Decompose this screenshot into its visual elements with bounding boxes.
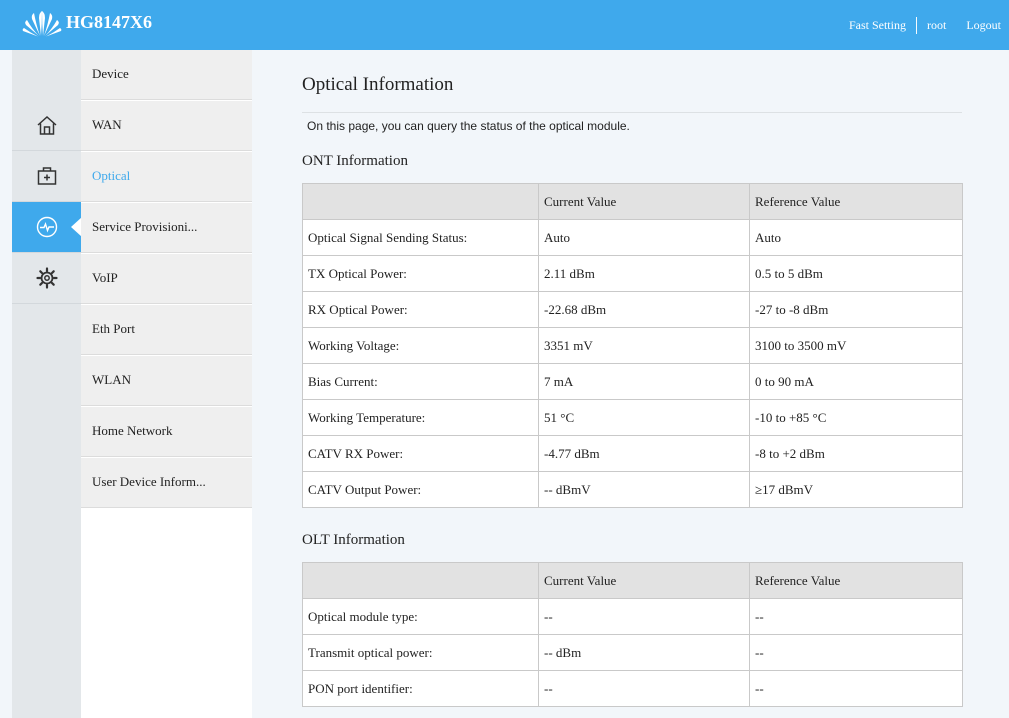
row-label: RX Optical Power:	[302, 291, 539, 328]
toolbox-icon	[37, 167, 56, 185]
reference-value: 3100 to 3500 mV	[749, 327, 963, 364]
row-label: CATV Output Power:	[302, 471, 539, 508]
top-header: HG8147X6 Fast Setting root Logout	[0, 0, 1009, 50]
logout-link[interactable]: Logout	[966, 18, 1001, 33]
top-nav: Fast Setting root Logout	[849, 17, 1001, 34]
column-header: Current Value	[538, 183, 750, 220]
sub-menu: Device WAN Optical Service Provisioni...…	[81, 50, 252, 718]
reference-value: -8 to +2 dBm	[749, 435, 963, 472]
row-label: TX Optical Power:	[302, 255, 539, 292]
reference-value: --	[749, 634, 963, 671]
reference-value: ≥17 dBmV	[749, 471, 963, 508]
title-divider	[302, 112, 962, 113]
row-label: Working Temperature:	[302, 399, 539, 436]
submenu-item-service-provisioning[interactable]: Service Provisioni...	[81, 203, 252, 253]
username-link[interactable]: root	[927, 18, 946, 33]
reference-value: 0.5 to 5 dBm	[749, 255, 963, 292]
current-value: --	[538, 598, 750, 635]
table-row: Working Temperature: 51 °C -10 to +85 °C	[302, 399, 963, 436]
rail-item-home[interactable]	[12, 100, 81, 151]
row-label: CATV RX Power:	[302, 435, 539, 472]
current-value: 2.11 dBm	[538, 255, 750, 292]
table-row: CATV Output Power: -- dBmV ≥17 dBmV	[302, 471, 963, 508]
table-row: RX Optical Power: -22.68 dBm -27 to -8 d…	[302, 291, 963, 328]
reference-value: --	[749, 670, 963, 707]
current-value: -- dBmV	[538, 471, 750, 508]
reference-value: -27 to -8 dBm	[749, 291, 963, 328]
submenu-item-wlan[interactable]: WLAN	[81, 356, 252, 406]
submenu-item-home-network[interactable]: Home Network	[81, 407, 252, 457]
nav-divider	[915, 17, 917, 34]
gear-icon	[35, 267, 58, 289]
column-header: Current Value	[538, 562, 750, 599]
page-title: Optical Information	[302, 74, 454, 95]
table-row: CATV RX Power: -4.77 dBm -8 to +2 dBm	[302, 435, 963, 472]
row-label: Optical Signal Sending Status:	[302, 219, 539, 256]
rail-item-toolbox[interactable]	[12, 151, 81, 202]
current-value: --	[538, 670, 750, 707]
row-label: Optical module type:	[302, 598, 539, 635]
current-value: -- dBm	[538, 634, 750, 671]
current-value: 7 mA	[538, 363, 750, 400]
reference-value: 0 to 90 mA	[749, 363, 963, 400]
current-value: -22.68 dBm	[538, 291, 750, 328]
column-header: Reference Value	[749, 183, 963, 220]
submenu-item-device[interactable]: Device	[81, 50, 252, 100]
table-row: Transmit optical power: -- dBm --	[302, 634, 963, 671]
diagnose-pulse-icon	[36, 216, 57, 238]
column-header: Reference Value	[749, 562, 963, 599]
olt-section-title: OLT Information	[302, 532, 405, 548]
rail-item-settings[interactable]	[12, 253, 81, 304]
main-content: Optical Information On this page, you ca…	[252, 50, 1009, 718]
table-row: Optical module type: -- --	[302, 598, 963, 635]
table-row: TX Optical Power: 2.11 dBm 0.5 to 5 dBm	[302, 255, 963, 292]
submenu-item-voip[interactable]: VoIP	[81, 254, 252, 304]
fast-setting-link[interactable]: Fast Setting	[849, 18, 906, 33]
table-row: Bias Current: 7 mA 0 to 90 mA	[302, 363, 963, 400]
table-row: Optical Signal Sending Status: Auto Auto	[302, 219, 963, 256]
ont-section-title: ONT Information	[302, 153, 408, 169]
row-label: Bias Current:	[302, 363, 539, 400]
current-value: Auto	[538, 219, 750, 256]
submenu-item-wan[interactable]: WAN	[81, 101, 252, 151]
row-label: PON port identifier:	[302, 670, 539, 707]
current-value: 51 °C	[538, 399, 750, 436]
column-header	[302, 562, 539, 599]
home-icon	[37, 115, 56, 135]
submenu-item-optical[interactable]: Optical	[81, 152, 252, 202]
current-value: -4.77 dBm	[538, 435, 750, 472]
reference-value: Auto	[749, 219, 963, 256]
table-row: PON port identifier: -- --	[302, 670, 963, 707]
column-header	[302, 183, 539, 220]
current-value: 3351 mV	[538, 327, 750, 364]
olt-info-table: Current Value Reference Value Optical mo…	[302, 562, 963, 707]
table-row: Working Voltage: 3351 mV 3100 to 3500 mV	[302, 327, 963, 364]
submenu-item-user-device-info[interactable]: User Device Inform...	[81, 458, 252, 508]
device-model: HG8147X6	[66, 12, 153, 32]
page-description: On this page, you can query the status o…	[307, 119, 630, 133]
table-header-row: Current Value Reference Value	[302, 183, 963, 220]
icon-rail	[12, 50, 82, 718]
reference-value: --	[749, 598, 963, 635]
table-header-row: Current Value Reference Value	[302, 562, 963, 599]
row-label: Transmit optical power:	[302, 634, 539, 671]
rail-item-diagnose[interactable]	[12, 202, 82, 253]
submenu-item-eth-port[interactable]: Eth Port	[81, 305, 252, 355]
huawei-logo-icon	[22, 11, 62, 37]
ont-info-table: Current Value Reference Value Optical Si…	[302, 183, 963, 508]
reference-value: -10 to +85 °C	[749, 399, 963, 436]
row-label: Working Voltage:	[302, 327, 539, 364]
